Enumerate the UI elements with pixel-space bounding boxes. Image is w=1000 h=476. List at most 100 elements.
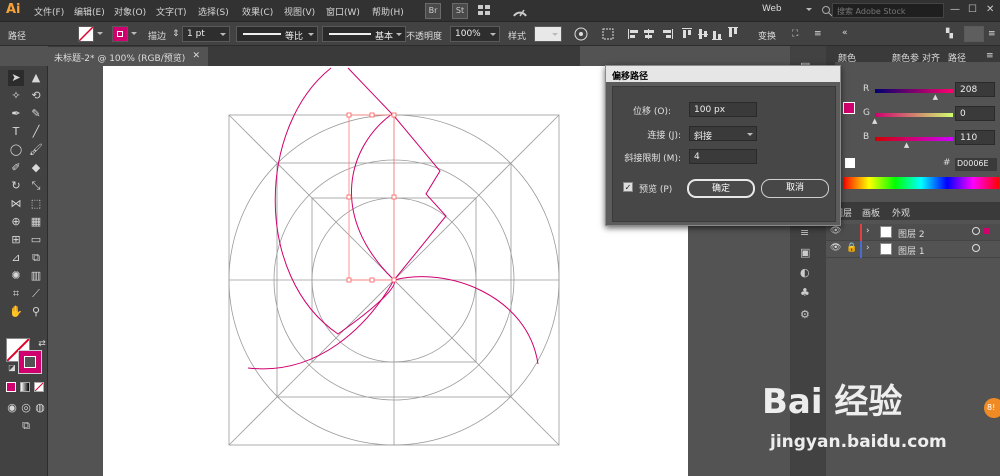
b-value[interactable]: 110 xyxy=(955,130,995,145)
bbox-handle[interactable] xyxy=(369,277,375,283)
b-slider-track[interactable] xyxy=(875,137,953,141)
color-mode-icon[interactable] xyxy=(6,382,16,392)
cancel-button[interactable]: 取消 xyxy=(761,179,829,198)
selection-tool-icon[interactable]: ➤ xyxy=(8,70,24,86)
visibility-eye-icon[interactable]: 👁 xyxy=(830,243,841,253)
dialog-title[interactable]: 偏移路径 xyxy=(606,66,840,82)
expand-layer-icon[interactable]: › xyxy=(866,243,870,253)
graph-tool-icon[interactable]: ▥ xyxy=(28,268,44,284)
direct-selection-tool-icon[interactable]: ▲ xyxy=(28,70,44,86)
artboard-tool-icon[interactable]: ⌗ xyxy=(8,286,24,302)
mesh-tool-icon[interactable]: ⊞ xyxy=(8,232,24,248)
pen-tool-icon[interactable]: ✒ xyxy=(8,106,24,122)
blend-tool-icon[interactable]: ⧉ xyxy=(28,250,44,266)
bbox-handle[interactable] xyxy=(391,277,397,283)
menu-effect[interactable]: 效果(C) xyxy=(242,5,273,18)
stock-search-input[interactable]: 搜索 Adobe Stock xyxy=(832,3,944,18)
panel-menu-icon[interactable]: ≡ xyxy=(814,29,822,39)
opacity-field[interactable]: 100% xyxy=(450,26,500,42)
symbol-sprayer-tool-icon[interactable]: ✺ xyxy=(8,268,24,284)
appearance-panel-icon[interactable]: ⚙ xyxy=(800,308,810,321)
stroke-color-icon[interactable] xyxy=(18,350,42,374)
transform-link[interactable]: 变换 xyxy=(758,29,776,42)
perspective-grid-tool-icon[interactable]: ▦ xyxy=(28,214,44,230)
magic-wand-tool-icon[interactable]: ✧ xyxy=(8,88,24,104)
bbox-handle[interactable] xyxy=(369,112,375,118)
stroke-label[interactable]: 描边 xyxy=(148,29,166,42)
control-menu-icon[interactable]: ≡ xyxy=(988,29,996,39)
selection-bounding-box[interactable] xyxy=(348,114,395,281)
zoom-tool-icon[interactable]: ⚲ xyxy=(28,304,44,320)
symbols-panel-icon[interactable]: ♣ xyxy=(800,286,810,299)
pink-path-outer-arc[interactable] xyxy=(274,67,395,335)
hand-tool-icon[interactable]: ✋ xyxy=(8,304,24,320)
bbox-handle[interactable] xyxy=(391,112,397,118)
tab-artboards[interactable]: 画板 xyxy=(862,206,880,219)
rotate-tool-icon[interactable]: ↻ xyxy=(8,178,24,194)
r-slider-track[interactable] xyxy=(875,89,953,93)
screen-mode-icon[interactable]: ⧉ xyxy=(16,418,36,434)
lock-icon[interactable]: 🔒 xyxy=(846,243,857,253)
lasso-tool-icon[interactable]: ⟲ xyxy=(28,88,44,104)
collapse-panels-icon[interactable]: « xyxy=(842,28,848,38)
isolate-icon[interactable]: ⛶ xyxy=(792,29,798,39)
g-value[interactable]: 0 xyxy=(955,106,995,121)
expand-layer-icon[interactable]: › xyxy=(866,226,870,236)
arrange-documents-icon[interactable] xyxy=(478,5,490,15)
stroke-swatch[interactable] xyxy=(112,26,128,42)
distribute-buttons-group[interactable] xyxy=(712,27,752,41)
fill-swatch[interactable] xyxy=(78,26,94,42)
menu-select[interactable]: 选择(S) xyxy=(198,5,229,18)
menu-edit[interactable]: 编辑(E) xyxy=(74,5,105,18)
menu-help[interactable]: 帮助(H) xyxy=(372,5,404,18)
shape-builder-tool-icon[interactable]: ⊕ xyxy=(8,214,24,230)
bridge-icon[interactable]: Br xyxy=(425,3,441,19)
align-buttons-group[interactable] xyxy=(628,27,708,41)
graphic-style-swatch[interactable] xyxy=(534,26,562,42)
color-spectrum[interactable] xyxy=(843,177,999,189)
curvature-tool-icon[interactable]: ✎ xyxy=(28,106,44,122)
variable-width-profile[interactable]: 等比 xyxy=(236,26,318,42)
eraser-tool-icon[interactable]: ◆ xyxy=(28,160,44,176)
menu-window[interactable]: 窗口(W) xyxy=(326,5,360,18)
bbox-handle[interactable] xyxy=(346,194,352,200)
tab-appearance[interactable]: 外观 xyxy=(892,206,910,219)
color-panel-menu-icon[interactable]: ≡ xyxy=(986,51,994,61)
close-icon[interactable]: ✕ xyxy=(986,4,994,15)
target-icon[interactable] xyxy=(972,227,980,235)
fill-dropdown[interactable] xyxy=(96,26,106,42)
distribute-icon[interactable] xyxy=(964,26,984,42)
document-tab[interactable]: 未标题-2* @ 100% (RGB/预览) ✕ xyxy=(48,47,208,66)
none-mode-icon[interactable] xyxy=(34,382,44,392)
free-transform-tool-icon[interactable]: ⬚ xyxy=(28,196,44,212)
slice-tool-icon[interactable]: ⟋ xyxy=(28,286,44,302)
layer-name[interactable]: 图层 1 xyxy=(898,244,925,257)
close-tab-icon[interactable]: ✕ xyxy=(192,51,200,61)
brush-definition[interactable]: 基本 xyxy=(322,26,406,42)
recolor-artwork-icon[interactable] xyxy=(574,27,588,41)
stroke-panel-icon[interactable]: ≡ xyxy=(800,226,809,239)
selection-indicator[interactable] xyxy=(984,228,990,234)
stroke-weight-field[interactable]: 1 pt xyxy=(182,26,230,42)
gradient-mode-icon[interactable] xyxy=(20,382,30,392)
shaper-tool-icon[interactable]: ✐ xyxy=(8,160,24,176)
bbox-handle[interactable] xyxy=(346,277,352,283)
layer-name[interactable]: 图层 2 xyxy=(898,227,925,240)
type-tool-icon[interactable]: T xyxy=(8,124,24,140)
arrange-icon[interactable]: ▚ xyxy=(946,29,953,39)
gradient-tool-icon[interactable]: ▭ xyxy=(28,232,44,248)
scale-tool-icon[interactable]: ⤡ xyxy=(28,178,44,194)
ellipse-tool-icon[interactable]: ◯ xyxy=(8,142,24,158)
menu-type[interactable]: 文字(T) xyxy=(156,5,187,18)
draw-inside-icon[interactable]: ◍ xyxy=(32,400,48,416)
r-slider-thumb[interactable]: ▲ xyxy=(933,93,938,101)
layer-row[interactable]: 👁 › 图层 2 xyxy=(826,224,1000,241)
ok-button[interactable]: 确定 xyxy=(687,179,755,198)
offset-input[interactable]: 100 px xyxy=(689,102,757,117)
bbox-handle[interactable] xyxy=(391,194,397,200)
gradient-panel-icon[interactable]: ▣ xyxy=(800,246,810,259)
line-tool-icon[interactable]: ╱ xyxy=(28,124,44,140)
b-slider-thumb[interactable]: ▲ xyxy=(904,141,909,149)
transparency-panel-icon[interactable]: ◐ xyxy=(800,266,810,279)
g-slider-thumb[interactable]: ▲ xyxy=(872,117,877,125)
